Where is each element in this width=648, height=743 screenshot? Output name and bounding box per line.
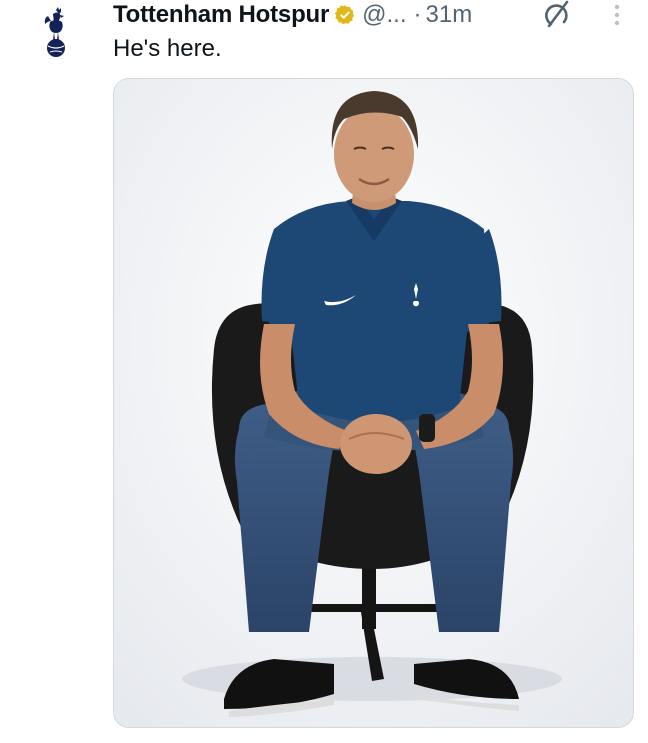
tweet-header: Tottenham Hotspur @... · 31m xyxy=(113,0,472,30)
more-button[interactable] xyxy=(606,3,628,29)
tweet-media-photo[interactable] xyxy=(113,78,634,728)
grok-icon xyxy=(545,0,569,28)
spurs-cockerel-crest-icon xyxy=(44,7,65,57)
manager-portrait-photo xyxy=(114,79,633,727)
verified-badge-icon[interactable] xyxy=(334,4,356,26)
author-display-name[interactable]: Tottenham Hotspur xyxy=(113,1,329,29)
more-vertical-icon xyxy=(614,4,620,26)
tweet-text: He's here. xyxy=(113,35,222,62)
author-handle[interactable]: @... xyxy=(362,1,406,29)
grok-button[interactable] xyxy=(542,0,572,28)
avatar[interactable] xyxy=(28,4,84,68)
timestamp[interactable]: 31m xyxy=(426,1,473,29)
separator-dot: · xyxy=(413,1,422,28)
tweet[interactable]: Tottenham Hotspur @... · 31m He's here. xyxy=(0,0,648,743)
